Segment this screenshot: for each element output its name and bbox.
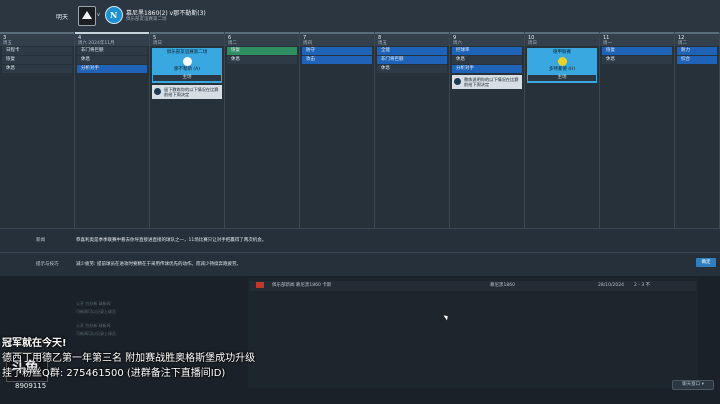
breadcrumb[interactable]: 明天 <box>56 12 68 21</box>
calendar-day-column[interactable]: 9 周六 控球率 休息 分析对手教练说明你的以下情况在比赛前给下周决定 <box>450 32 525 228</box>
training-session[interactable]: 非门将巨额 <box>377 56 447 64</box>
day-header: 7 周四 <box>300 32 374 46</box>
stream-overlay-line2: 德西丁用德乙第一年第三名 附加赛战胜奥格斯堡成功升级 <box>2 353 256 364</box>
training-session[interactable]: 全能 <box>377 47 447 55</box>
match-venue: 主场 <box>528 75 596 81</box>
faint-text: 可新闻可以记录上球员 <box>76 309 116 314</box>
day-header: 8 周五 <box>375 32 449 46</box>
news-item[interactable]: 俱乐部新闻 慕尼黑1860 卡斯 慕尼黑1860 28/10/2024 2 - … <box>250 281 696 291</box>
coach-note[interactable]: 教练说明你的以下情况在比赛前给下周决定 <box>452 75 522 89</box>
training-session[interactable]: 休息 <box>377 65 447 73</box>
match-venue: 主场 <box>153 75 221 81</box>
calendar-day-column[interactable]: 10 周日德甲联赛多特蒙德 (H) 主场 <box>525 32 600 228</box>
calendar-day-column[interactable]: 12 周二 耐力 综合 <box>675 32 720 228</box>
calendar-day-column[interactable]: 4 周六 2024年11月 非门将巨额 休息 分析对手 <box>75 32 150 228</box>
training-session[interactable]: 攻击 <box>302 56 372 64</box>
match-competition: 德甲联赛 <box>553 50 571 55</box>
faint-text: 公开 方办新 球新闻 <box>76 301 111 306</box>
calendar-day-column[interactable]: 8 周五 全能 非门将巨额 休息 <box>375 32 450 228</box>
stream-overlay-line3: 挂了粉丝Q群: 275461500 (进群备注下直播间ID) <box>2 368 226 379</box>
top-bar: 明天 v N 慕尼黑1860(2) v那不勒斯(3) 俱乐部友谊赛第二场 <box>0 0 720 33</box>
training-session[interactable]: 综合 <box>677 56 717 64</box>
training-session[interactable]: 恢复 <box>227 47 297 55</box>
training-session[interactable]: 日程卡 <box>2 47 72 55</box>
day-header: 11 周一 <box>600 32 674 46</box>
coach-avatar-icon <box>154 88 161 95</box>
background-screen: 俱乐部新闻 慕尼黑1860 卡斯 慕尼黑1860 28/10/2024 2 - … <box>0 276 720 404</box>
faint-text: 可新闻可以记录上球员 <box>76 331 116 336</box>
versus-label: v <box>97 12 100 18</box>
info-panel: 新闻 恭喜利奥是季季联赛中看去你导直接进直接的球队之一，11场比赛只让对手把赢得… <box>0 228 720 276</box>
day-header: 12 周二 <box>675 32 719 46</box>
news-club: 慕尼黑1860 <box>490 283 515 288</box>
training-session[interactable]: 休息 <box>2 65 72 73</box>
home-crest-icon <box>78 6 96 26</box>
news-row: 新闻 恭喜利奥是季季联赛中看去你导直接进直接的球队之一，11场比赛只让对手把赢得… <box>0 228 720 251</box>
day-header: 3 周五 <box>0 32 74 46</box>
away-crest-icon: N <box>105 6 123 24</box>
training-session[interactable]: 休息 <box>227 56 297 64</box>
training-session[interactable]: 防守 <box>302 47 372 55</box>
training-session[interactable]: 控球率 <box>452 47 522 55</box>
training-session[interactable]: 分析对手 <box>452 65 522 73</box>
inbox-panel <box>248 278 698 388</box>
match-card[interactable]: 俱乐部友谊赛第二场 那不勒斯 (A) 主场 <box>152 48 222 83</box>
news-date: 28/10/2024 <box>598 283 624 288</box>
training-session[interactable]: 恢复 <box>602 47 672 55</box>
opponent-crest-icon <box>182 57 192 66</box>
calendar-day-column[interactable]: 6 周二 恢复 休息 <box>225 32 300 228</box>
news-text: 恭喜利奥是季季联赛中看去你导直接进直接的球队之一，11场比赛只让对手把赢得了两次… <box>76 238 267 243</box>
news-label: 新闻 <box>36 238 45 243</box>
training-session[interactable]: 休息 <box>602 56 672 64</box>
training-session[interactable]: 休息 <box>77 56 147 64</box>
match-competition: 俱乐部友谊赛第二场 <box>166 50 208 55</box>
match-opponent: 多特蒙德 (H) <box>548 67 576 72</box>
match-opponent: 那不勒斯 (A) <box>173 67 201 72</box>
news-badge-icon <box>256 281 264 288</box>
training-session[interactable]: 休息 <box>452 56 522 64</box>
training-session[interactable]: 非门将巨额 <box>77 47 147 55</box>
calendar-day-column[interactable]: 5 周日俱乐部友谊赛第二场 那不勒斯 (A) 主场留下教练你的以下情况在比赛前给下周决… <box>150 32 225 228</box>
day-header: 4 周六 2024年11月 <box>75 32 149 46</box>
day-header: 9 周六 <box>450 32 524 46</box>
opponent-crest-icon <box>557 57 567 66</box>
chat-toggle-button[interactable]: 聊天窗口 ▾ <box>672 380 714 390</box>
confirm-button[interactable]: 确定 <box>696 258 716 267</box>
tips-text: 减少疲劳: 提前球员在进攻时要精在于采用传球优先的动作。而减少持续奔跑疲劳。 <box>76 262 241 267</box>
match-card[interactable]: 德甲联赛多特蒙德 (H) 主场 <box>527 48 597 83</box>
training-session[interactable]: 耐力 <box>677 47 717 55</box>
coach-note-text: 教练说明你的以下情况在比赛前给下周决定 <box>464 77 519 87</box>
calendar-day-column[interactable]: 3 周五 日程卡 恢复 休息 <box>0 32 75 228</box>
day-name: 周日 <box>153 41 162 46</box>
training-session[interactable]: 分析对手 <box>77 65 147 73</box>
room-id: 8909115 <box>15 382 47 390</box>
day-header: 6 周二 <box>225 32 299 46</box>
news-title: 俱乐部新闻 慕尼黑1860 卡斯 <box>272 283 332 288</box>
stream-overlay-line1: 冠军就在今天! <box>2 338 67 349</box>
coach-note-text: 留下教练你的以下情况在比赛前给下周决定 <box>164 87 219 97</box>
coach-note[interactable]: 留下教练你的以下情况在比赛前给下周决定 <box>152 85 222 99</box>
tips-label: 提示与技巧 <box>36 262 59 267</box>
calendar-day-column[interactable]: 7 周四 防守 攻击 <box>300 32 375 228</box>
tips-row: 提示与技巧 减少疲劳: 提前球员在进攻时要精在于采用传球优先的动作。而减少持续奔… <box>0 252 720 275</box>
match-subtitle: 俱乐部友谊赛第二场 <box>126 17 167 22</box>
day-header: 10 周日 <box>525 32 599 46</box>
training-session[interactable]: 恢复 <box>2 56 72 64</box>
calendar-day-column[interactable]: 11 周一 恢复 休息 <box>600 32 675 228</box>
day-header: 5 周日 <box>150 32 224 46</box>
coach-avatar-icon <box>454 78 461 85</box>
news-score: 2 - 3 不 <box>634 283 651 288</box>
faint-text: 公开 方办新 球新闻 <box>76 323 111 328</box>
training-calendar: 3 周五 日程卡 恢复 休息 4 周六 2024年11月 非门将巨额 休息 分析对手 5 周日 俱乐部友… <box>0 32 720 228</box>
day-name: 周日 <box>528 41 537 46</box>
